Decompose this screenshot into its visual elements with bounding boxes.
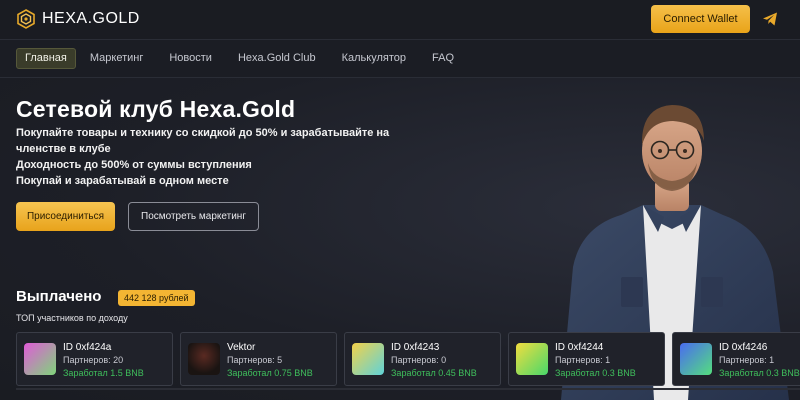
nav-club[interactable]: Hexa.Gold Club	[238, 48, 316, 69]
member-card[interactable]: ID 0xf424a Партнеров: 20 Заработал 1.5 B…	[16, 332, 173, 386]
logo[interactable]: HEXA.GOLD	[16, 9, 140, 29]
member-id: ID 0xf424a	[63, 342, 112, 353]
member-avatar	[352, 343, 384, 375]
hero-title: Сетевой клуб Hexa.Gold	[16, 96, 296, 122]
member-id: ID 0xf4246	[719, 342, 768, 353]
member-earned: Заработал 0.45 BNB	[391, 368, 477, 378]
member-card[interactable]: Vektor Партнеров: 5 Заработал 0.75 BNB	[180, 332, 337, 386]
member-card[interactable]: ID 0xf4243 Партнеров: 0 Заработал 0.45 B…	[344, 332, 501, 386]
member-avatar	[516, 343, 548, 375]
member-avatar	[24, 343, 56, 375]
member-card[interactable]: ID 0xf4246 Партнеров: 1 Заработал 0.3 BN…	[672, 332, 800, 386]
member-earned: Заработал 0.3 BNB	[555, 368, 636, 378]
connect-wallet-button[interactable]: Connect Wallet	[651, 5, 750, 33]
main-nav: Главная Маркетинг Новости Hexa.Gold Club…	[16, 48, 480, 69]
join-button[interactable]: Присоединиться	[16, 202, 115, 231]
member-earned: Заработал 0.75 BNB	[227, 368, 313, 378]
member-avatar	[188, 343, 220, 375]
telegram-icon[interactable]	[762, 11, 778, 27]
hero-text-line-3: Доходность до 500% от суммы вступления	[16, 159, 252, 171]
member-avatar	[680, 343, 712, 375]
hero-text-line-2: членстве в клубе	[16, 143, 111, 155]
member-partners: Партнеров: 1	[555, 355, 611, 365]
nav-calculator[interactable]: Калькулятор	[342, 48, 406, 69]
top-bar: HEXA.GOLD Connect Wallet	[0, 0, 800, 40]
top-members-subtitle: ТОП участников по доходу	[16, 313, 128, 323]
cards-scrollbar[interactable]	[16, 388, 800, 390]
hexagon-logo-icon	[17, 9, 35, 29]
member-id: Vektor	[227, 342, 256, 353]
hero-text-line-1: Покупайте товары и технику со скидкой до…	[16, 127, 390, 139]
member-partners: Партнеров: 0	[391, 355, 447, 365]
brand-name: HEXA.GOLD	[42, 10, 140, 27]
nav-home[interactable]: Главная	[16, 48, 76, 69]
member-partners: Партнеров: 5	[227, 355, 283, 365]
hero-text-line-4: Покупай и зарабатывай в одном месте	[16, 175, 229, 187]
paid-title: Выплачено	[16, 288, 102, 305]
nav-marketing[interactable]: Маркетинг	[90, 48, 143, 69]
member-earned: Заработал 0.3 BNB	[719, 368, 800, 378]
member-id: ID 0xf4243	[391, 342, 440, 353]
paid-amount-badge: 442 128 рублей	[118, 290, 195, 306]
member-card[interactable]: ID 0xf4244 Партнеров: 1 Заработал 0.3 BN…	[508, 332, 665, 386]
member-partners: Партнеров: 1	[719, 355, 775, 365]
nav-news[interactable]: Новости	[169, 48, 212, 69]
member-earned: Заработал 1.5 BNB	[63, 368, 144, 378]
member-id: ID 0xf4244	[555, 342, 604, 353]
nav-faq[interactable]: FAQ	[432, 48, 454, 69]
top-members-list: ID 0xf424a Партнеров: 20 Заработал 1.5 B…	[16, 332, 800, 386]
member-partners: Партнеров: 20	[63, 355, 124, 365]
view-marketing-button[interactable]: Посмотреть маркетинг	[128, 202, 259, 231]
